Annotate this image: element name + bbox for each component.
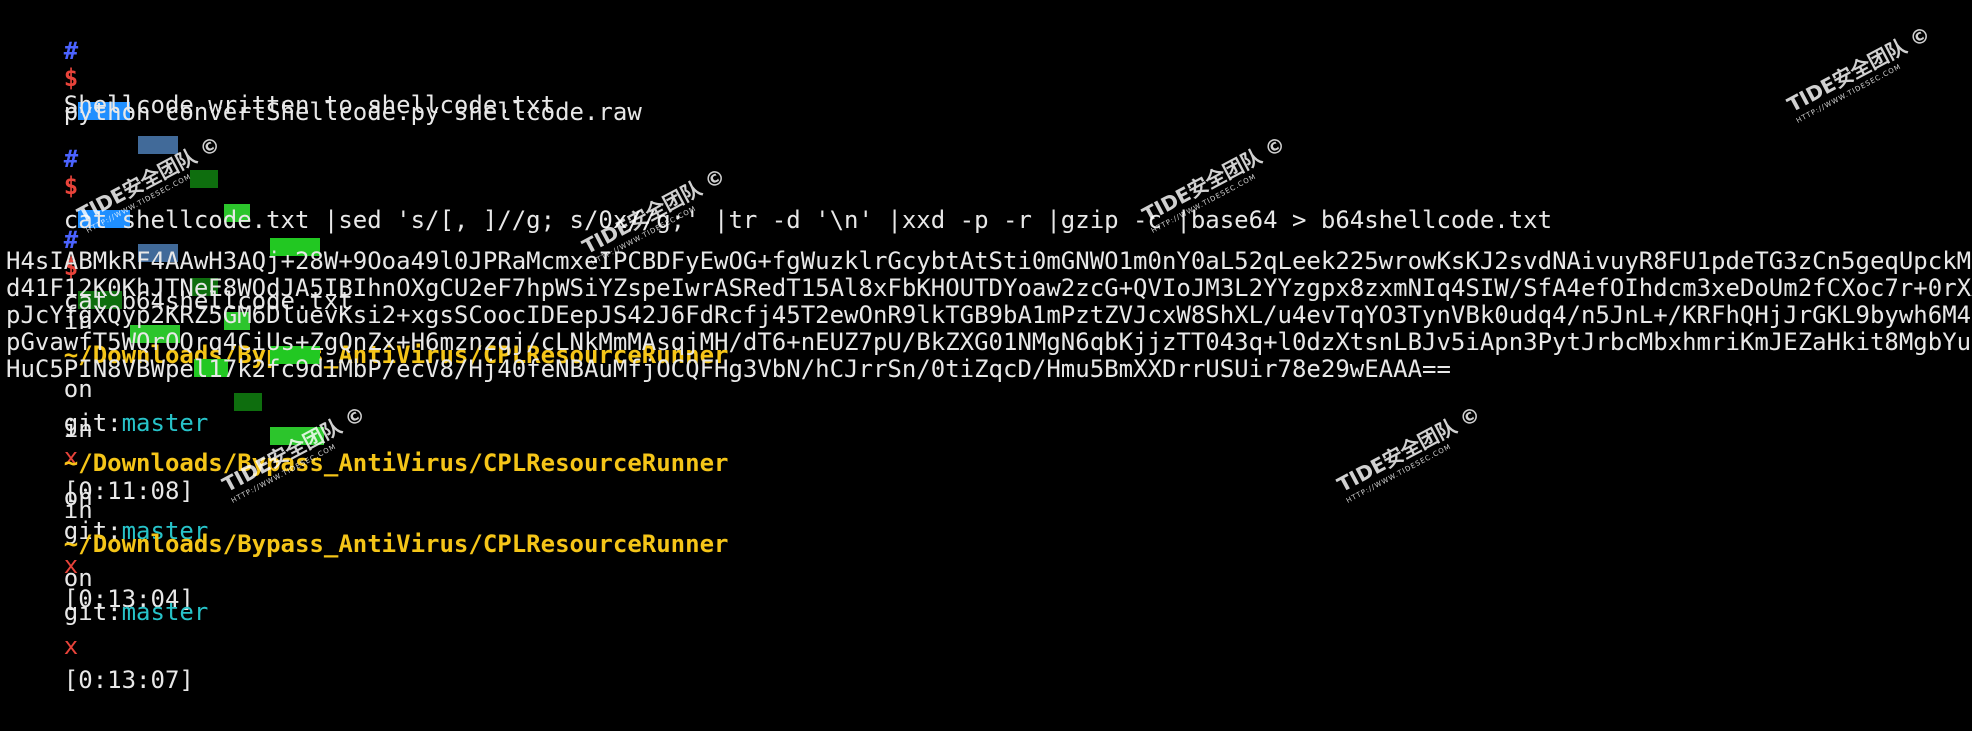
prompt-path: ~/Downloads/Bypass_AntiVirus/CPLResource… — [63, 449, 729, 477]
prompt-path: ~/Downloads/Bypass_AntiVirus/CPLResource… — [63, 530, 729, 558]
output-line: Shellcode written to shellcode.txt — [6, 54, 555, 119]
prompt-in: in — [63, 496, 93, 524]
prompt-on: on — [63, 564, 93, 592]
base64-output-line: HuC5PIN8VBWpel17k2fc9d1MbP/ecV8/Hj40feNB… — [6, 352, 1451, 386]
prompt-timestamp: [0:13:07] — [63, 666, 194, 694]
git-branch: master — [121, 598, 209, 626]
terminal-window[interactable]: # in ~/Downloads/Bypass_AntiVirus/CPLRes… — [0, 0, 1972, 694]
base64-text: HuC5PIN8VBWpel17k2fc9d1MbP/ecV8/Hj40feNB… — [6, 355, 1451, 383]
git-label: git: — [63, 598, 122, 626]
command-line: $ cat shellcode.txt |sed 's/[, ]//g; s/0… — [6, 135, 1552, 234]
git-dirty-marker: x — [63, 632, 79, 660]
